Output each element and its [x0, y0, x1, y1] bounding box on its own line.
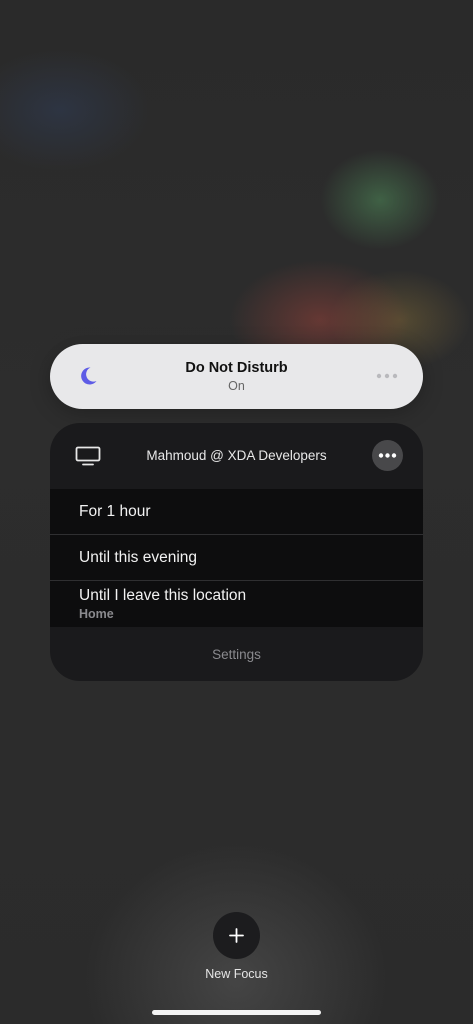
settings-link[interactable]: Settings	[50, 647, 423, 662]
new-focus-label: New Focus	[205, 967, 268, 981]
option-for-1-hour[interactable]: For 1 hour	[50, 489, 423, 535]
do-not-disturb-toggle[interactable]: Do Not Disturb On	[50, 344, 423, 409]
option-label: Until I leave this location	[79, 587, 247, 604]
option-until-leave-location[interactable]: Until I leave this location Home	[50, 581, 423, 627]
more-options-icon[interactable]	[375, 368, 399, 384]
focus-options-card: Mahmoud @ XDA Developers For 1 hour Unti…	[50, 423, 423, 681]
more-button[interactable]	[372, 440, 403, 471]
option-label: Until this evening	[79, 549, 198, 566]
focus-title: Do Not Disturb	[185, 360, 288, 376]
new-focus-button[interactable]	[213, 912, 260, 959]
option-label: For 1 hour	[79, 503, 151, 520]
option-sublabel: Home	[79, 607, 114, 621]
focus-status: On	[228, 379, 245, 393]
device-name: Mahmoud @ XDA Developers	[146, 448, 327, 463]
card-header: Mahmoud @ XDA Developers	[50, 423, 423, 489]
ellipsis-icon	[378, 453, 397, 458]
plus-icon	[229, 928, 244, 943]
home-indicator[interactable]	[152, 1010, 321, 1015]
option-until-this-evening[interactable]: Until this evening	[50, 535, 423, 581]
